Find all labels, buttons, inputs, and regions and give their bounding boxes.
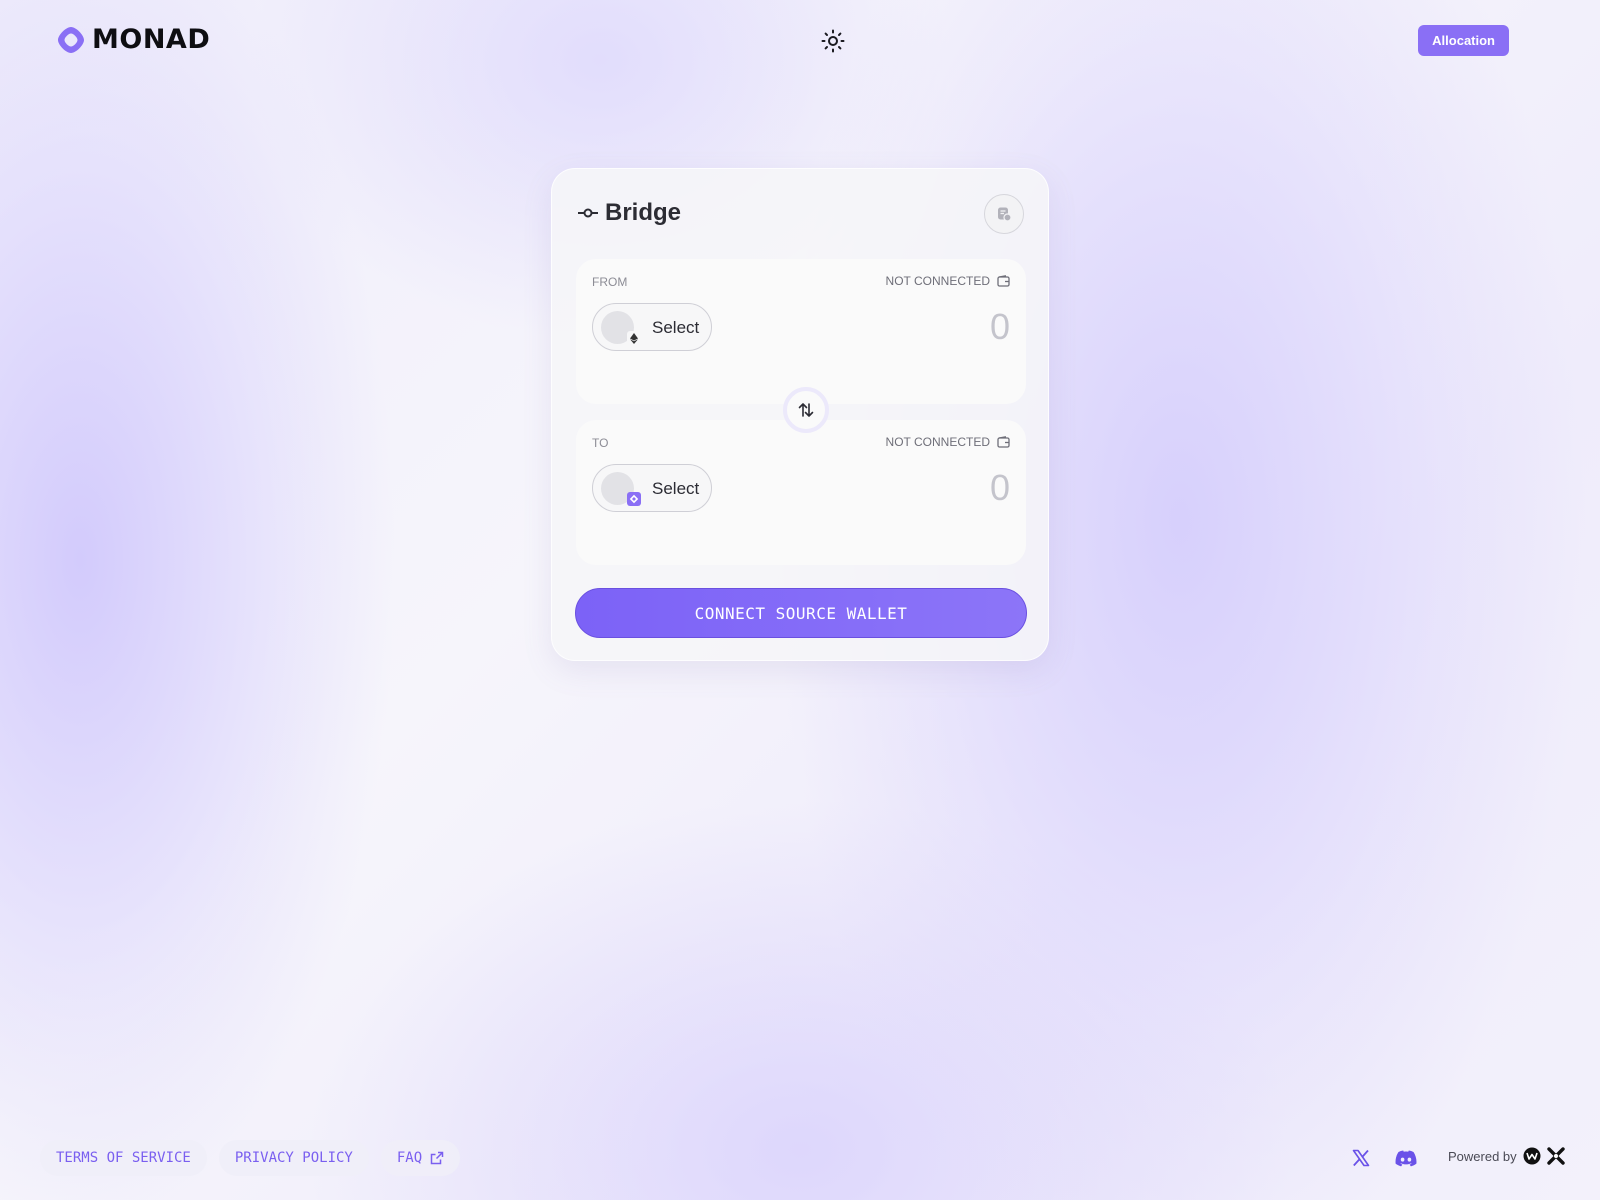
sun-icon xyxy=(821,29,845,53)
footer-links: TERMS OF SERVICE PRIVACY POLICY FAQ xyxy=(40,1140,461,1176)
powered-by: Powered by xyxy=(1448,1147,1565,1165)
faq-link[interactable]: FAQ xyxy=(380,1140,461,1176)
from-panel: FROM NOT CONNECTED Select 0 xyxy=(576,259,1026,404)
from-status[interactable]: NOT CONNECTED xyxy=(886,274,1010,288)
page-title: Bridge xyxy=(605,199,682,226)
wormhole-logo-icon xyxy=(1523,1147,1541,1165)
privacy-policy-link[interactable]: PRIVACY POLICY xyxy=(218,1140,369,1176)
monad-icon xyxy=(627,492,641,506)
terms-of-service-link[interactable]: TERMS OF SERVICE xyxy=(40,1140,207,1176)
swap-direction-button[interactable] xyxy=(783,387,829,433)
x-social-link[interactable] xyxy=(1349,1147,1373,1169)
privacy-label: PRIVACY POLICY xyxy=(234,1150,353,1166)
swap-arrows-icon xyxy=(798,403,814,417)
cross-logo-icon xyxy=(1546,1147,1565,1165)
logo-text: MONAD xyxy=(92,24,211,55)
to-label: TO xyxy=(592,436,609,450)
bridge-title: Bridge xyxy=(577,199,681,227)
to-status-text: NOT CONNECTED xyxy=(885,435,990,449)
to-select-label: Select xyxy=(652,479,700,498)
from-token-select[interactable]: Select xyxy=(592,303,712,351)
from-label: FROM xyxy=(592,275,628,289)
to-token-select[interactable]: Select xyxy=(592,464,712,512)
to-status[interactable]: NOT CONNECTED xyxy=(886,435,1010,449)
history-button[interactable] xyxy=(984,194,1024,234)
external-link-icon xyxy=(430,1151,444,1165)
theme-toggle-button[interactable] xyxy=(820,28,846,54)
ethereum-icon xyxy=(627,331,641,345)
terms-label: TERMS OF SERVICE xyxy=(56,1150,191,1166)
header: MONAD Allocation xyxy=(0,0,1600,80)
commit-icon xyxy=(578,208,598,218)
wallet-icon xyxy=(997,436,1010,448)
from-select-label: Select xyxy=(652,318,700,337)
history-icon xyxy=(998,207,1012,222)
from-status-text: NOT CONNECTED xyxy=(885,274,990,288)
powered-by-text: Powered by xyxy=(1448,1148,1517,1164)
bridge-card: Bridge FROM NOT CONNECTED Select 0 TO NO… xyxy=(551,168,1049,661)
from-amount[interactable]: 0 xyxy=(990,306,1010,348)
monad-logo-icon xyxy=(58,26,84,53)
faq-label: FAQ xyxy=(396,1150,423,1166)
to-panel: TO NOT CONNECTED Select 0 xyxy=(576,420,1026,565)
x-icon xyxy=(1352,1149,1370,1167)
to-amount[interactable]: 0 xyxy=(990,467,1010,509)
allocation-button[interactable]: Allocation xyxy=(1418,25,1509,56)
monad-logo[interactable]: MONAD xyxy=(56,24,210,55)
connect-source-wallet-button[interactable]: CONNECT SOURCE WALLET xyxy=(575,588,1027,638)
discord-icon xyxy=(1395,1150,1417,1166)
discord-social-link[interactable] xyxy=(1394,1147,1418,1169)
wallet-icon xyxy=(997,275,1010,287)
